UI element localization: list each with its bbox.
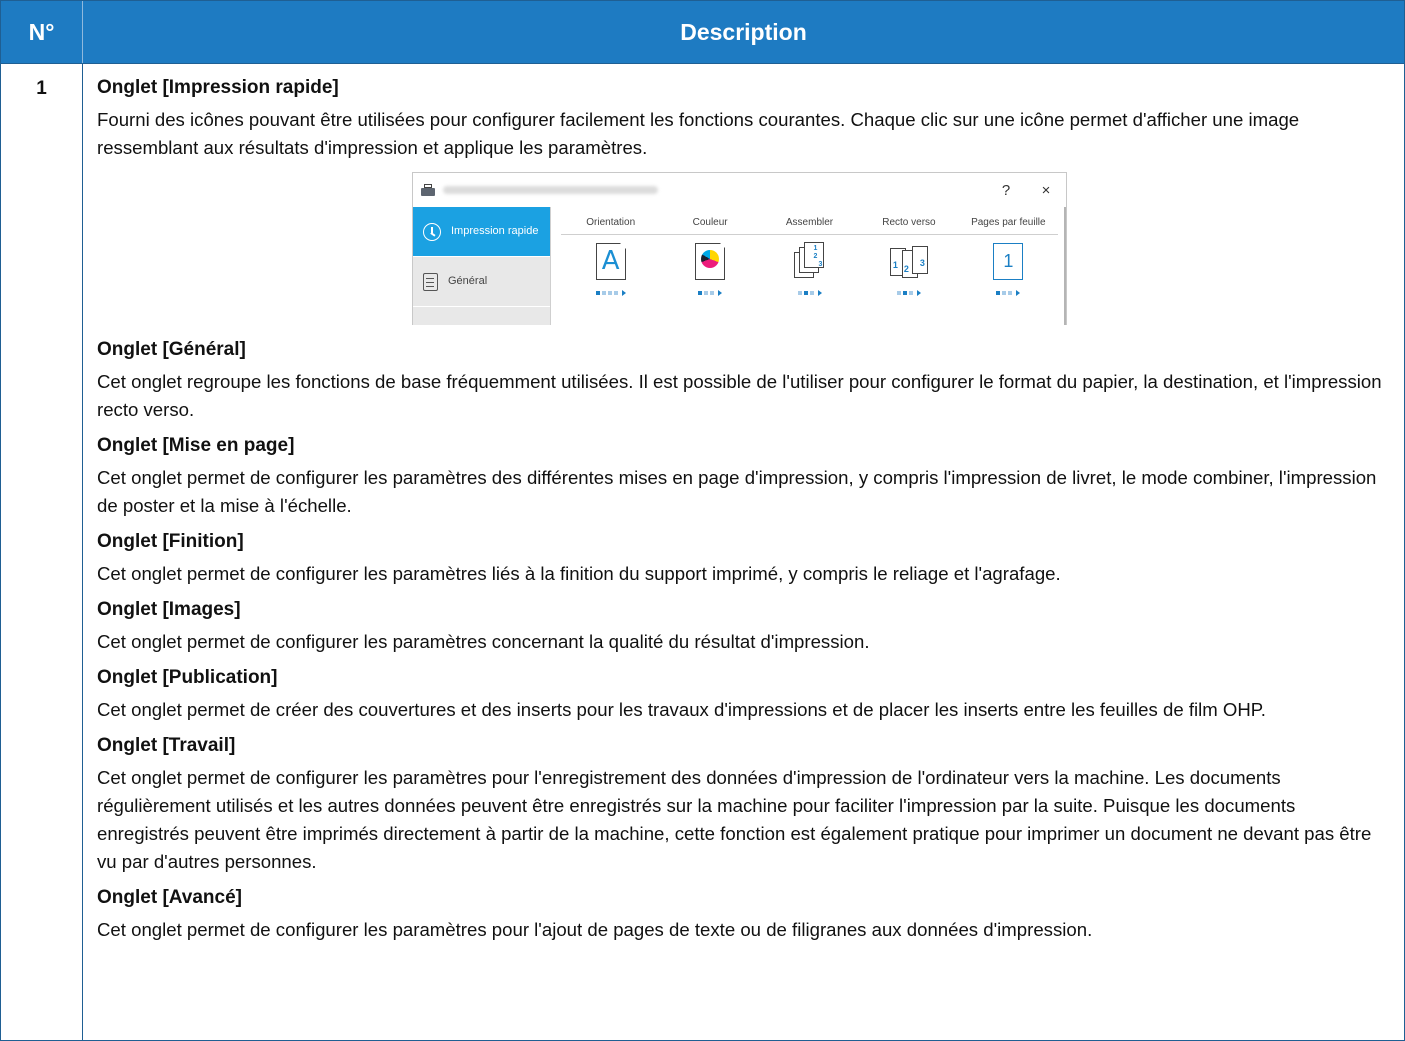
section-text: Cet onglet permet de configurer les para…: [97, 631, 870, 652]
close-button[interactable]: ×: [1026, 182, 1066, 199]
row-number: 1: [1, 64, 83, 1041]
section-title: Onglet [Général]: [97, 339, 246, 360]
header-number: N°: [1, 1, 83, 63]
section-title: Onglet [Mise en page]: [97, 435, 295, 456]
section-text: Fourni des icônes pouvant être utilisées…: [97, 109, 1300, 158]
table-header-row: N° Description: [1, 1, 1404, 64]
section-title: Onglet [Publication]: [97, 667, 278, 688]
section-text: Cet onglet permet de créer des couvertur…: [97, 699, 1266, 720]
sidebar-item-impression-rapide[interactable]: Impression rapide: [413, 207, 550, 257]
option-pager[interactable]: [698, 290, 723, 296]
option-label-assembler: Assembler: [785, 217, 834, 228]
section-title: Onglet [Finition]: [97, 531, 244, 552]
collate-icon: 1 2 3: [792, 242, 828, 280]
color-icon: [695, 242, 726, 280]
duplex-icon: 1 2 3: [888, 244, 930, 278]
option-pager[interactable]: [595, 290, 626, 296]
printer-icon: [421, 184, 435, 196]
help-button[interactable]: ?: [986, 182, 1026, 199]
section-title: Onglet [Images]: [97, 599, 241, 620]
option-recto-verso[interactable]: 1 2 3: [859, 241, 958, 296]
option-label-couleur: Couleur: [692, 217, 728, 228]
option-pages-par-feuille[interactable]: 1: [959, 241, 1058, 296]
table-row: 1 Onglet [Impression rapide] Fourni des …: [1, 64, 1404, 1041]
option-label-recto-verso: Recto verso: [882, 217, 936, 228]
quick-print-panel: Orientation Couleur Assembler Recto vers…: [551, 207, 1066, 325]
section-text: Cet onglet permet de configurer les para…: [97, 767, 1372, 872]
section-text: Cet onglet permet de configurer les para…: [97, 563, 1061, 584]
description-table: N° Description 1 Onglet [Impression rapi…: [0, 0, 1405, 1041]
option-assembler[interactable]: 1 2 3: [760, 241, 859, 296]
sidebar-item-label: Général: [448, 275, 488, 287]
section-text: Cet onglet regroupe les fonctions de bas…: [97, 371, 1382, 420]
section-title: Onglet [Avancé]: [97, 887, 242, 908]
pages-per-sheet-icon: 1: [993, 242, 1024, 280]
header-description: Description: [680, 18, 807, 45]
option-couleur[interactable]: [660, 241, 759, 296]
option-pager[interactable]: [797, 290, 822, 296]
orientation-icon: A: [595, 242, 627, 280]
dialog-titlebar: ? ×: [413, 173, 1066, 207]
section-text: Cet onglet permet de configurer les para…: [97, 467, 1377, 516]
option-pager[interactable]: [896, 290, 921, 296]
sidebar-item-partial[interactable]: [413, 307, 550, 325]
dialog-title-blurred: [443, 186, 658, 194]
row-description: Onglet [Impression rapide] Fourni des ic…: [83, 64, 1404, 1041]
dialog-screenshot: ? × Impression rapide Général Orientatio…: [97, 172, 1392, 332]
sidebar-item-general[interactable]: Général: [413, 257, 550, 307]
option-pager[interactable]: [996, 290, 1021, 296]
section-text: Cet onglet permet de configurer les para…: [97, 919, 1093, 940]
option-label-pages-par-feuille: Pages par feuille: [971, 217, 1046, 228]
document-icon: [423, 272, 438, 291]
section-title: Onglet [Travail]: [97, 735, 236, 756]
option-orientation[interactable]: A: [561, 241, 660, 296]
dialog-sidebar: Impression rapide Général: [413, 207, 551, 325]
section-title: Onglet [Impression rapide]: [97, 77, 339, 98]
sidebar-item-label: Impression rapide: [451, 225, 539, 237]
option-label-orientation: Orientation: [586, 217, 636, 228]
pages-per-sheet-glyph: 1: [1003, 250, 1014, 271]
clock-icon: [423, 222, 441, 241]
printer-properties-dialog: ? × Impression rapide Général Orientatio…: [412, 172, 1067, 325]
orientation-glyph: A: [601, 246, 620, 276]
